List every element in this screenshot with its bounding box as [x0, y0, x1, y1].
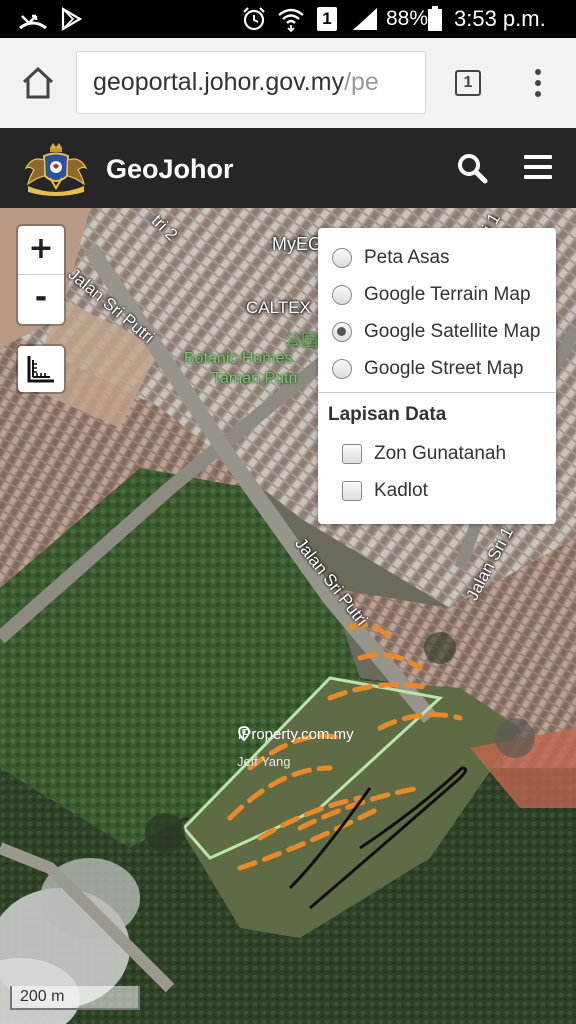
location-pin-icon [238, 726, 250, 741]
ruler-icon [27, 356, 54, 383]
sim-icon: 1 [316, 6, 338, 32]
watermark: iProperty.com.my [238, 726, 354, 743]
sim-slot-number: 1 [317, 7, 337, 31]
wifi-icon [276, 6, 306, 32]
poi-park-name-1: Botanic Homes [184, 350, 293, 367]
watermark-author: Jeff Yang [237, 754, 291, 769]
overflow-menu-icon[interactable] [530, 68, 546, 98]
radio-peta-asas[interactable] [332, 248, 352, 268]
tabs-icon[interactable]: 1 [455, 70, 481, 96]
poi-park-glyph: 公园 [284, 331, 318, 350]
browser-toolbar: geoportal.johor.gov.my/pe 1 [0, 38, 576, 128]
site-title[interactable]: GeoJohor [106, 154, 234, 185]
base-layer-label: Google Terrain Map [364, 284, 531, 305]
zoom-control: + - [18, 226, 64, 324]
url-path: /pe [344, 68, 379, 96]
data-layer-label: Kadlot [374, 480, 428, 501]
scale-label: 200 m [20, 988, 65, 1005]
watermark-text: iProperty.com.my [238, 726, 354, 743]
battery-percent: 88% [386, 7, 429, 30]
checkbox-zon-gunatanah[interactable] [342, 444, 362, 464]
map-view[interactable]: tri 2 Jalan Sri Putri Sri 1 Jalan Sri Pu… [0, 208, 576, 1024]
layer-switcher: Peta Asas Google Terrain Map Google Sate… [318, 228, 556, 524]
poi-myeg: MyEG [272, 234, 323, 254]
radio-google-terrain[interactable] [332, 285, 352, 305]
address-bar[interactable]: geoportal.johor.gov.my/pe [76, 51, 426, 114]
site-header: GeoJohor [0, 128, 576, 208]
layer-divider [318, 392, 556, 393]
zoom-in-button[interactable]: + [18, 226, 64, 275]
poi-park-name-2: Taman Putri [212, 370, 298, 387]
search-icon[interactable] [456, 152, 488, 184]
signal-icon [350, 6, 380, 32]
scale-bar: 200 m [10, 986, 140, 1010]
poi-caltex: CALTEX [246, 298, 311, 317]
base-layer-label: Google Street Map [364, 358, 524, 379]
status-bar: 1 88% 3:53 p.m. [0, 0, 576, 38]
base-layer-google-street[interactable]: Google Street Map [332, 354, 523, 384]
data-layer-kadlot[interactable]: Kadlot [342, 476, 428, 506]
hamburger-menu-icon[interactable] [524, 154, 552, 180]
measure-tool-button[interactable] [18, 346, 64, 392]
home-icon[interactable] [20, 66, 56, 100]
base-layer-label: Peta Asas [364, 247, 450, 268]
data-layers-heading: Lapisan Data [328, 404, 447, 425]
base-layer-peta-asas[interactable]: Peta Asas [332, 243, 450, 273]
play-store-icon [58, 6, 84, 32]
base-layer-google-terrain[interactable]: Google Terrain Map [332, 280, 531, 310]
url-text: geoportal.johor.gov.my/pe [93, 68, 379, 97]
johor-crest-logo[interactable] [20, 142, 92, 198]
data-layer-label: Zon Gunatanah [374, 443, 507, 464]
base-layer-label: Google Satellite Map [364, 321, 541, 342]
checkbox-kadlot[interactable] [342, 481, 362, 501]
base-layer-google-satellite[interactable]: Google Satellite Map [332, 317, 540, 347]
zoom-out-button[interactable]: - [18, 275, 64, 323]
missed-call-icon [18, 6, 48, 32]
radio-google-satellite[interactable] [332, 322, 352, 342]
alarm-icon [240, 6, 268, 32]
clock: 3:53 p.m. [454, 6, 546, 31]
radio-google-street[interactable] [332, 359, 352, 379]
battery-icon [426, 6, 444, 32]
data-layer-zon-gunatanah[interactable]: Zon Gunatanah [342, 439, 506, 469]
url-host: geoportal.johor.gov.my [93, 68, 345, 96]
